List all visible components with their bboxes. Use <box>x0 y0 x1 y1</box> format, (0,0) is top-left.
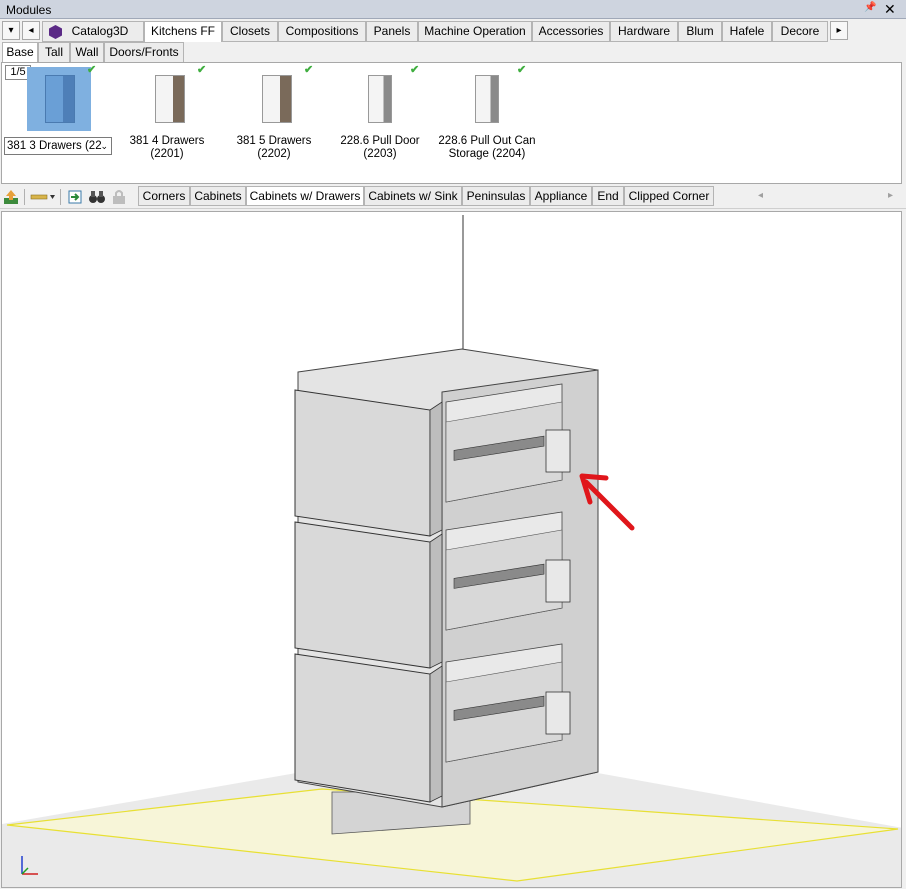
tab-decore[interactable]: Decore <box>772 21 828 42</box>
toolbar-separator <box>24 189 25 205</box>
cabinet-thumbnail-icon <box>475 75 499 123</box>
module-item[interactable]: ✔ 228.6 Pull Door (2203) <box>325 64 435 177</box>
scroll-left-icon[interactable]: ◂ <box>758 190 763 201</box>
3d-viewport[interactable] <box>1 211 902 888</box>
module-name-combo[interactable]: 381 3 Drawers (22 ⌄ <box>4 137 112 155</box>
ruler-icon[interactable] <box>30 189 56 205</box>
module-item[interactable]: ✔ 381 4 Drawers (2201) <box>112 64 222 177</box>
check-icon: ✔ <box>410 64 420 76</box>
tab-hardware[interactable]: Hardware <box>610 21 678 42</box>
drawer-front-middle <box>294 521 443 669</box>
module-thumbnail[interactable]: ✔ <box>137 64 206 131</box>
tab-panels[interactable]: Panels <box>366 21 418 42</box>
category-tab-clipped-corner[interactable]: Clipped Corner <box>624 186 714 206</box>
module-label: 228.6 Pull Out Can Storage (2204) <box>438 135 536 160</box>
subtab-tall[interactable]: Tall <box>38 42 70 63</box>
cabinet-3d-view[interactable] <box>2 212 902 888</box>
tab-catalog3d[interactable]: Catalog3D <box>42 21 144 42</box>
module-label: 381 5 Drawers (2202) <box>236 135 312 160</box>
chevron-down-icon: ⌄ <box>100 141 108 151</box>
tab-hafele[interactable]: Hafele <box>722 21 772 42</box>
close-icon[interactable]: ✕ <box>884 1 896 18</box>
category-tab-peninsulas[interactable]: Peninsulas <box>462 186 530 206</box>
tab-blum[interactable]: Blum <box>678 21 722 42</box>
module-gallery: 1/5 ✔ 381 3 Drawers (22 ⌄ ✔ 381 4 Drawer… <box>1 62 902 184</box>
module-thumbnail[interactable]: ✔ <box>244 64 313 131</box>
module-item[interactable]: ✔ 228.6 Pull Out Can Storage (2204) <box>432 64 542 177</box>
catalog-tab-strip: ▾ ◂ Catalog3D Kitchens FF Closets Compos… <box>0 20 906 43</box>
drawer-front-bottom <box>294 653 443 803</box>
window-titlebar: Modules 📌 ✕ <box>0 0 906 19</box>
category-tab-cabinets-with-sink[interactable]: Cabinets w/ Sink <box>364 186 462 206</box>
check-icon: ✔ <box>197 64 207 76</box>
lock-icon[interactable] <box>110 189 128 205</box>
module-label: 228.6 Pull Door (2203) <box>340 135 420 160</box>
catalog-cube-icon <box>49 25 62 39</box>
cabinet-thumbnail-icon <box>45 75 75 123</box>
category-tab-appliance[interactable]: Appliance <box>530 186 592 206</box>
tab-accessories[interactable]: Accessories <box>532 21 610 42</box>
check-icon: ✔ <box>517 64 527 76</box>
drawer-front-top <box>294 389 443 537</box>
cabinet-thumbnail-icon <box>155 75 185 123</box>
module-item[interactable]: ✔ 381 3 Drawers (22 ⌄ <box>2 64 112 177</box>
cabinet-thumbnail-icon <box>262 75 292 123</box>
module-item[interactable]: ✔ 381 5 Drawers (2202) <box>219 64 329 177</box>
subtab-doors-fronts[interactable]: Doors/Fronts <box>104 42 184 63</box>
tab-menu-chevron-down-icon[interactable]: ▾ <box>2 21 20 40</box>
tab-machine-operation[interactable]: Machine Operation <box>418 21 532 42</box>
check-icon: ✔ <box>87 64 97 76</box>
category-tab-corners[interactable]: Corners <box>138 186 190 206</box>
module-thumbnail[interactable]: ✔ <box>27 64 96 131</box>
tab-scroll-right-icon[interactable]: ▸ <box>830 21 848 40</box>
category-toolbar: Corners Cabinets Cabinets w/ Drawers Cab… <box>0 185 906 209</box>
scroll-right-icon[interactable]: ▸ <box>888 190 893 201</box>
window-title: Modules <box>6 3 52 17</box>
binoculars-icon[interactable] <box>88 189 106 205</box>
module-thumbnail[interactable]: ✔ <box>350 64 419 131</box>
check-icon: ✔ <box>304 64 314 76</box>
tab-closets[interactable]: Closets <box>222 21 278 42</box>
module-thumbnail[interactable]: ✔ <box>457 64 526 131</box>
subtab-wall[interactable]: Wall <box>70 42 104 63</box>
category-tab-cabinets-with-drawers[interactable]: Cabinets w/ Drawers <box>246 186 364 206</box>
upload-icon[interactable] <box>2 189 20 205</box>
cabinet-thumbnail-icon <box>368 75 392 123</box>
toolbar-separator <box>60 189 61 205</box>
subtab-base[interactable]: Base <box>2 42 38 63</box>
tab-kitchens-ff[interactable]: Kitchens FF <box>144 21 222 43</box>
tab-compositions[interactable]: Compositions <box>278 21 366 42</box>
category-tab-end[interactable]: End <box>592 186 624 206</box>
pin-icon[interactable]: 📌 <box>864 2 876 13</box>
module-label: 381 4 Drawers (2201) <box>129 135 205 160</box>
category-tab-cabinets[interactable]: Cabinets <box>190 186 246 206</box>
insert-icon[interactable] <box>66 189 84 205</box>
sub-tab-strip: Base Tall Wall Doors/Fronts <box>0 42 906 63</box>
tab-scroll-left-icon[interactable]: ◂ <box>22 21 40 40</box>
